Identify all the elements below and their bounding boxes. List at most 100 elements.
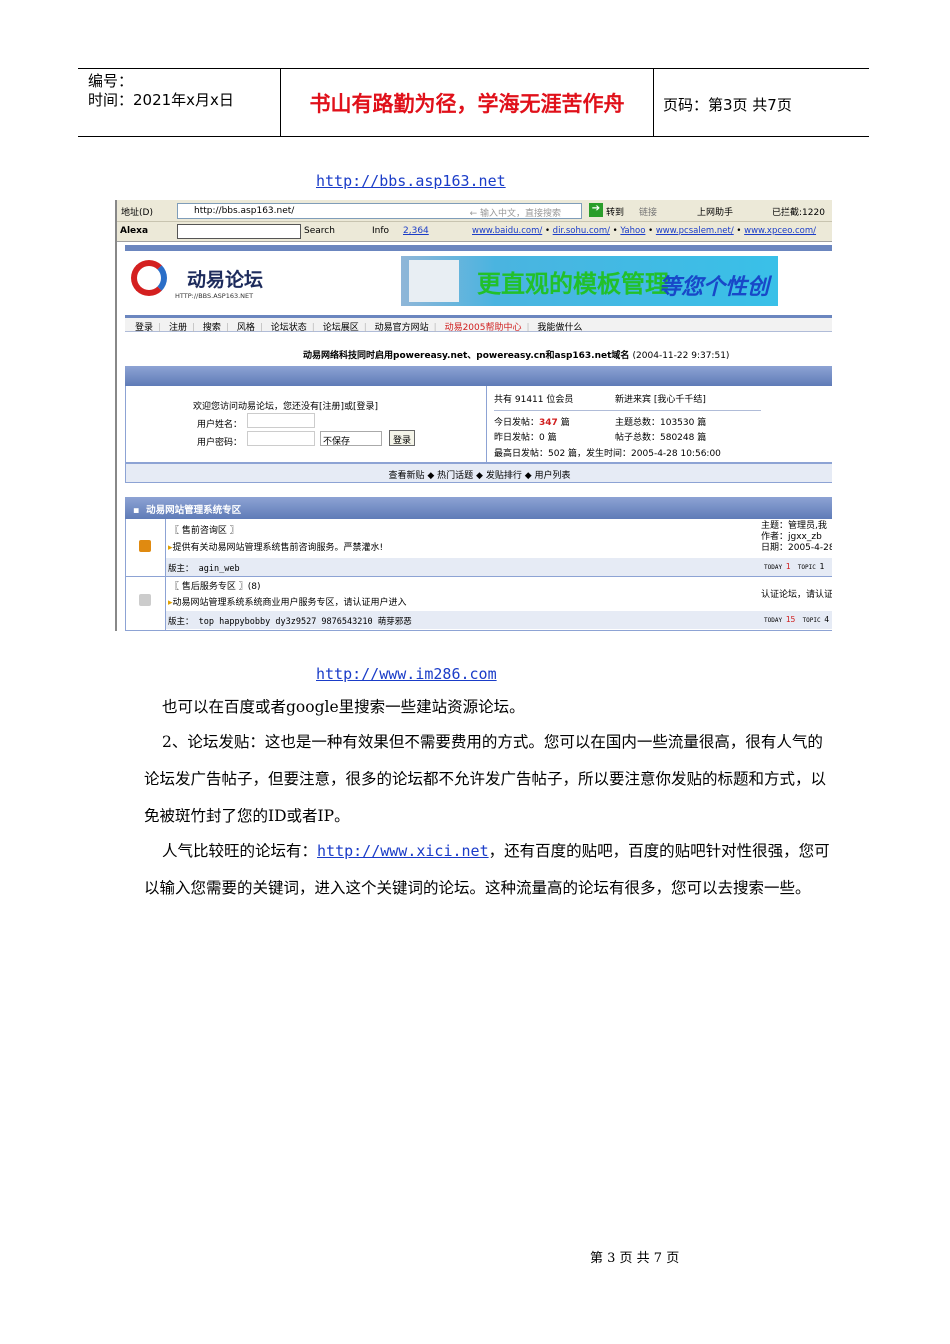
nav-register[interactable]: 注册	[169, 323, 187, 333]
go-button[interactable]: 转到	[606, 205, 624, 218]
topic-total: 主题总数：103530 篇	[615, 418, 707, 428]
alexa-search-input[interactable]	[177, 224, 301, 239]
max-posts: 最高日发帖：502 篇，发生时间：2005-4-28 10:56:00	[494, 449, 721, 459]
announcement[interactable]: 动易网络科技同时启用powereasy.net、powereasy.cn和asp…	[303, 348, 729, 361]
today-tag: TODAY	[764, 617, 783, 624]
forum-nav: 登录 | 注册 | 搜索 | 风格 | 论坛状态 | 论坛展区 | 动易官方网站 | 动易20…	[125, 315, 832, 333]
nav-login[interactable]: 登录	[135, 323, 153, 333]
bookmark-link[interactable]: www.pcsalem.net/	[656, 226, 734, 236]
unit: 篇	[560, 418, 570, 428]
product-box-icon	[409, 260, 459, 302]
doc-date: 时间：2021年x月x日	[88, 91, 234, 109]
header-divider	[653, 68, 654, 136]
link-new-posts[interactable]: 查看新贴	[388, 471, 424, 481]
alexa-logo: Alexa	[120, 226, 149, 236]
password-label: 用户密码：	[197, 438, 243, 448]
nav-about[interactable]: 我能做什么	[537, 323, 582, 333]
rank-count[interactable]: 2,364	[403, 226, 429, 236]
board-status-icon	[139, 540, 151, 552]
bookmark-link[interactable]: Yahoo	[620, 226, 645, 236]
username-label: 用户姓名：	[197, 420, 243, 430]
last-post-info: 认证论坛，请认证	[761, 590, 832, 600]
save-option: 不保存	[323, 437, 351, 447]
bookmark-link[interactable]: dir.sohu.com/	[553, 226, 610, 236]
helper-button[interactable]: 上网助手	[697, 205, 733, 218]
link-xici[interactable]: http://www.xici.net	[317, 842, 489, 860]
login-button[interactable]: 登录	[389, 430, 416, 446]
forum-logo-url: HTTP://BBS.ASP163.NET	[175, 292, 254, 300]
banner-text: 等您个性创意	[659, 275, 770, 300]
links-label[interactable]: 链接	[639, 205, 657, 218]
announcement-text[interactable]: 动易网络科技同时启用powereasy.net、powereasy.cn和asp…	[303, 351, 629, 361]
link-hot-topics[interactable]: 热门话题	[437, 471, 473, 481]
banner-text: 更直观的模板管理	[477, 270, 669, 298]
nav-showcase[interactable]: 论坛展区	[323, 323, 359, 333]
sub-links: 查看新贴 ◆ 热门话题 ◆ 发贴排行 ◆ 用户列表	[125, 463, 832, 483]
header-top-rule	[78, 68, 869, 69]
top-stripe	[125, 245, 832, 251]
login-stats-box: 欢迎您访问动易论坛，您还没有[注册]或[登录] 用户姓名： 用户密码： 不保存 …	[125, 386, 832, 463]
member-count: 共有 91411 位会员	[494, 395, 574, 405]
forum-screenshot: 地址(D) http://bbs.asp163.net/← 输入中文，直接搜索 …	[115, 200, 832, 631]
topic-count: 1	[819, 562, 825, 571]
address-input[interactable]: http://bbs.asp163.net/ ← 输入中文，直接搜索	[177, 203, 582, 219]
nav-style[interactable]: 风格	[237, 323, 255, 333]
paragraph-search: 也可以在百度或者google里搜索一些建站资源论坛。	[162, 698, 525, 716]
today-value: 347	[539, 418, 558, 428]
link-ranking[interactable]: 发贴排行	[486, 471, 522, 481]
motto: 书山有路勤为径，学海无涯苦作舟	[309, 92, 625, 116]
board-name[interactable]: 〖 售前咨询区 〗	[170, 523, 239, 536]
board-row: 〖 售后服务专区 〗(8) ▸动易网站管理系统系统商业用户服务专区，请认证用户进…	[125, 577, 832, 631]
popular-forums-text: 人气比较旺的论坛有：	[162, 842, 318, 860]
moderators: 版主： agin_web TODAY 1 TOPIC 1	[166, 558, 832, 576]
today-label: 今日发帖：	[494, 418, 540, 428]
search-hint: ← 输入中文，直接搜索	[469, 209, 561, 219]
banner-ad[interactable]: 更直观的模板管理 等您个性创意	[401, 256, 778, 306]
info-band	[125, 366, 832, 386]
yesterday-posts: 昨日发帖：0 篇	[494, 433, 557, 443]
save-select[interactable]: 不保存	[320, 431, 382, 447]
forum-logo-icon	[131, 260, 167, 296]
popup-blocked: 已拦截:1220	[772, 208, 825, 218]
topic-count: 4	[824, 615, 830, 624]
nav-help[interactable]: 动易2005帮助中心	[445, 323, 522, 333]
forum-logo-title: 动易论坛	[187, 269, 264, 291]
nav-status[interactable]: 论坛状态	[271, 323, 307, 333]
go-arrow-icon[interactable]: ➔	[589, 203, 603, 217]
paragraph-popular-forums: 人气比较旺的论坛有：http://www.xici.net，还有百度的贴吧，百度…	[144, 833, 834, 907]
board-row: 〖 售前咨询区 〗 ▸提供有关动易网站管理系统售前咨询服务。严禁灌水! 主题：管…	[125, 519, 832, 577]
board-locked-icon	[139, 594, 151, 606]
password-input[interactable]	[247, 431, 315, 446]
moderator-text: 版主： top happybobby dy3z9527 9876543210 萌…	[168, 617, 412, 627]
header-bottom-rule	[78, 136, 869, 137]
topic-tag: TOPIC	[802, 617, 821, 624]
board-name[interactable]: 〖 售后服务专区 〗(8)	[170, 579, 260, 592]
last-post-topic[interactable]: 主题：管理员,我	[761, 521, 832, 532]
link-im286[interactable]: http://www.im286.com	[316, 665, 497, 683]
newest-member[interactable]: 新进来宾 [我心千千结]	[615, 392, 706, 405]
address-bar: 地址(D) http://bbs.asp163.net/← 输入中文，直接搜索 …	[117, 200, 832, 222]
link-asp163[interactable]: http://bbs.asp163.net	[316, 172, 506, 190]
topic-tag: TOPIC	[797, 564, 816, 571]
info-button[interactable]: Info	[372, 226, 389, 236]
category-title[interactable]: 动易网站管理系统专区	[146, 505, 241, 516]
nav-official[interactable]: 动易官方网站	[375, 323, 429, 333]
board-desc: 动易网站管理系统系统商业用户服务专区，请认证用户进入	[172, 598, 407, 608]
page-footer: 第 3 页 共 7 页	[590, 1251, 680, 1266]
announcement-time: (2004-11-22 9:37:51)	[632, 351, 730, 361]
today-count: 1	[785, 562, 791, 571]
board-desc: 提供有关动易网站管理系统售前咨询服务。严禁灌水!	[172, 543, 384, 553]
bookmark-link[interactable]: www.xpceo.com/	[744, 226, 816, 236]
category-header[interactable]: ▪ 动易网站管理系统专区	[125, 497, 832, 519]
header-divider	[280, 68, 281, 136]
alexa-search-button[interactable]: Search	[304, 226, 335, 236]
today-tag: TODAY	[764, 564, 783, 571]
username-input[interactable]	[247, 413, 315, 428]
link-user-list[interactable]: 用户列表	[535, 471, 571, 481]
bookmark-link[interactable]: www.baidu.com/	[472, 226, 542, 236]
post-total: 帖子总数：580248 篇	[615, 433, 707, 443]
last-post-author: 作者：jgxx_zb	[761, 532, 822, 542]
address-value: http://bbs.asp163.net/	[194, 206, 295, 216]
page-indicator: 页码：第3页 共7页	[663, 96, 792, 114]
nav-search[interactable]: 搜索	[203, 323, 221, 333]
